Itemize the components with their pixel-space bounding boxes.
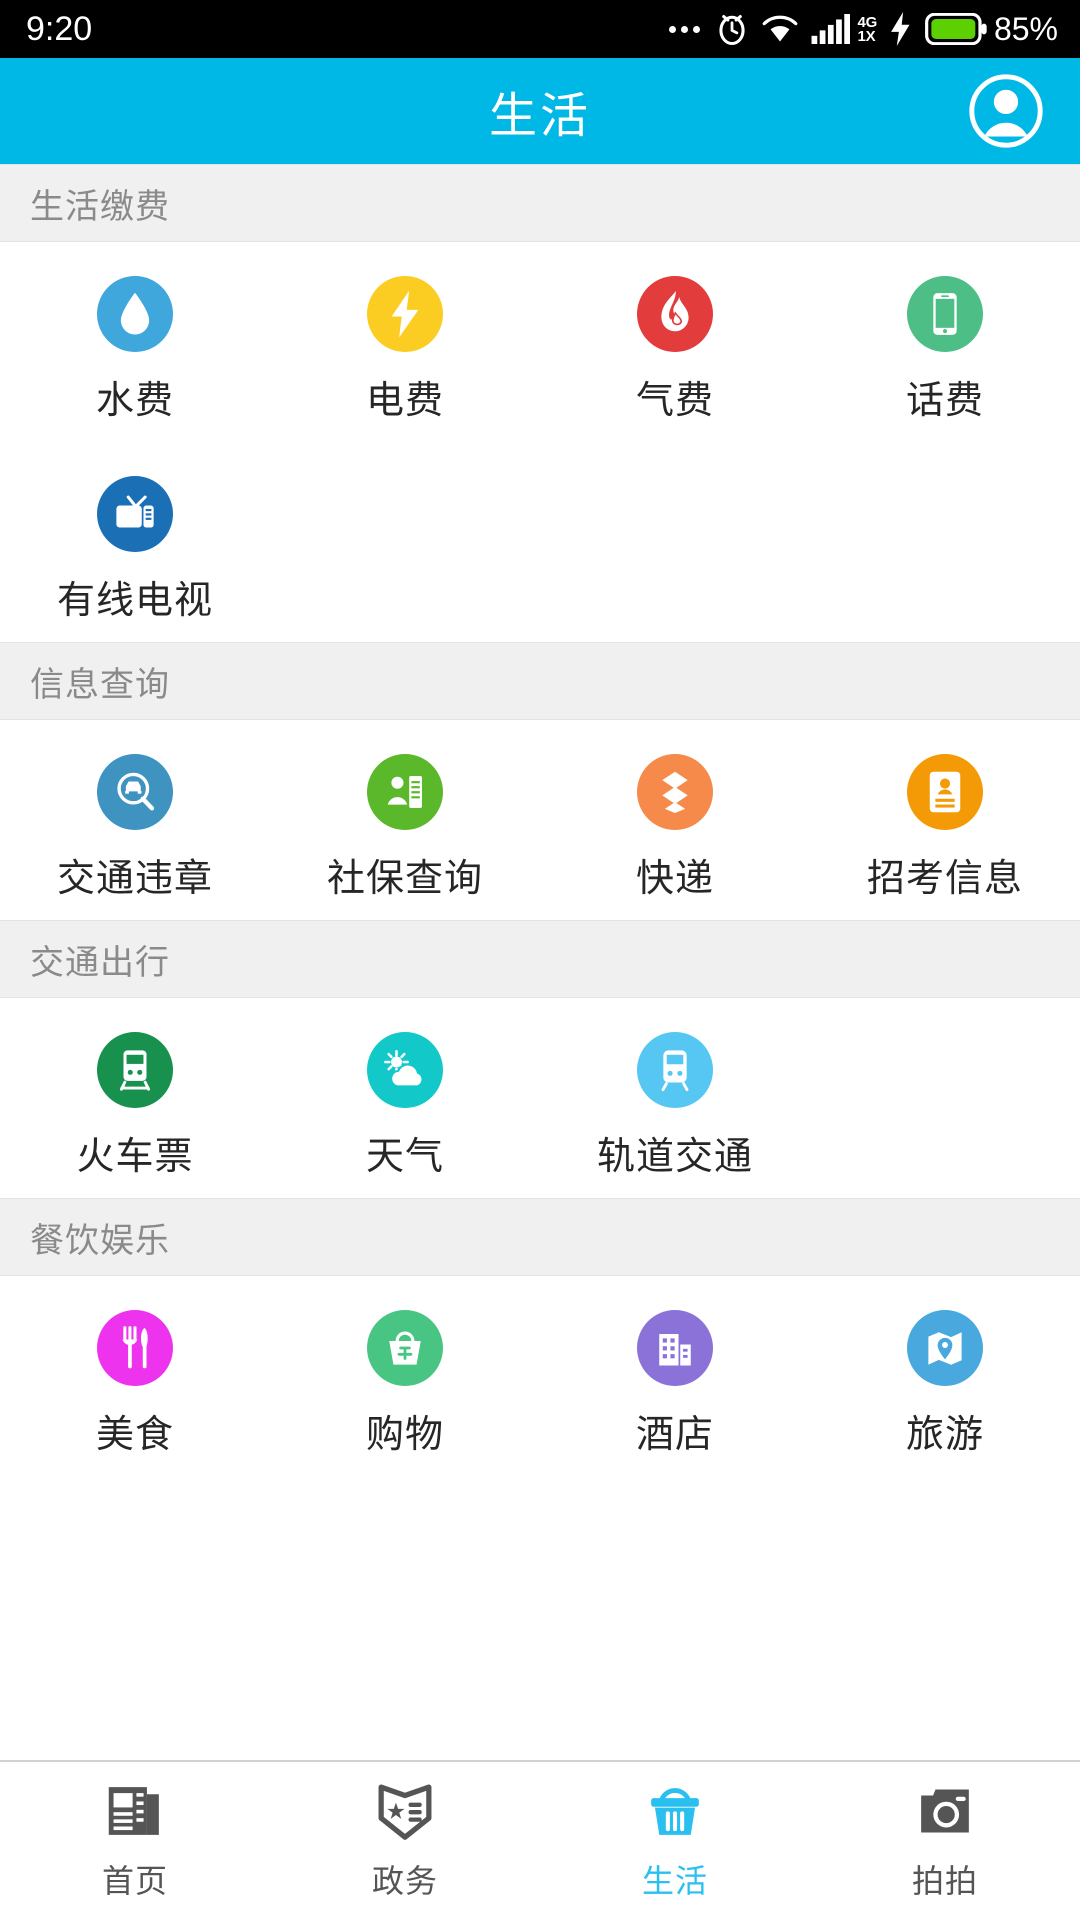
grid-utilities: 水费 电费 气费 话费 有线电视: [0, 242, 1080, 642]
grid-item-cable-tv[interactable]: 有线电视: [0, 442, 270, 642]
grid-item-placeholder: [810, 998, 1080, 1198]
section-title: 生活缴费: [30, 187, 170, 226]
grid-item-label: 交通违章: [56, 858, 213, 900]
battery-icon: 85%: [925, 13, 1058, 45]
grid-item-water[interactable]: 水费: [0, 242, 270, 442]
grid-item-label: 快递: [635, 858, 714, 900]
bottom-tab-bar: 首页 政务 生活 拍拍: [0, 1760, 1080, 1920]
alarm-clock-icon: [718, 15, 745, 46]
grid-item-label: 酒店: [635, 1414, 714, 1456]
lightning-bolt-icon: [367, 276, 443, 352]
grid-item-train-ticket[interactable]: 火车票: [0, 998, 270, 1198]
grid-item-label: 购物: [365, 1414, 444, 1456]
grid-item-label: 社保查询: [326, 858, 483, 900]
section-title: 餐饮娱乐: [30, 1221, 170, 1260]
grid-item-exam-info[interactable]: 招考信息: [810, 720, 1080, 920]
grid-item-electricity[interactable]: 电费: [270, 242, 540, 442]
network-sub-label: 1X: [857, 27, 876, 45]
camera-icon: [921, 1789, 969, 1833]
signal-bars-icon: 4G 1X: [811, 14, 877, 44]
grid-item-express[interactable]: 快递: [540, 720, 810, 920]
grid-item-metro[interactable]: 轨道交通: [540, 998, 810, 1198]
status-bar-time: 9:20: [26, 10, 93, 48]
more-dots-icon: [668, 25, 700, 33]
id-badge-icon: [907, 754, 983, 830]
hotel-building-icon: [637, 1310, 713, 1386]
grid-item-label: 水费: [95, 380, 174, 422]
grid-dining: 美食 购物 酒店 旅游: [0, 1276, 1080, 1476]
section-header-transport: 交通出行: [0, 920, 1080, 998]
id-person-card-icon: [367, 754, 443, 830]
tab-life[interactable]: 生活: [540, 1762, 810, 1920]
grid-item-gas[interactable]: 气费: [540, 242, 810, 442]
tab-label: 拍拍: [911, 1863, 978, 1899]
grid-item-label: 天气: [365, 1136, 444, 1178]
train-icon: [97, 1032, 173, 1108]
tab-government[interactable]: 政务: [270, 1762, 540, 1920]
package-boxes-icon: [637, 754, 713, 830]
tab-label: 首页: [101, 1863, 168, 1899]
section-header-info-query: 信息查询: [0, 642, 1080, 720]
battery-percent-label: 85%: [993, 11, 1058, 47]
tab-photo[interactable]: 拍拍: [810, 1762, 1080, 1920]
map-pin-icon: [907, 1310, 983, 1386]
metro-tram-icon: [637, 1032, 713, 1108]
grid-item-food[interactable]: 美食: [0, 1276, 270, 1476]
grid-item-label: 火车票: [76, 1136, 194, 1178]
user-avatar-icon[interactable]: [968, 73, 1044, 149]
status-bar: 9:20 4G 1X 85%: [0, 0, 1080, 58]
grid-item-traffic-violation[interactable]: 交通违章: [0, 720, 270, 920]
shield-badge-icon: [378, 1784, 432, 1840]
status-bar-icons: 4G 1X 85%: [668, 11, 1058, 47]
flame-icon: [637, 276, 713, 352]
app-root: 9:20 4G 1X 85% 生活 生活缴费 水费 电费 气费 话费 有线电视 …: [0, 0, 1080, 1920]
tab-label: 政务: [371, 1863, 438, 1899]
grid-transport: 火车票 天气 轨道交通: [0, 998, 1080, 1198]
grid-info-query: 交通违章 社保查询 快递 招考信息: [0, 720, 1080, 920]
car-search-icon: [97, 754, 173, 830]
section-title: 信息查询: [30, 665, 170, 704]
grid-item-label: 轨道交通: [596, 1136, 753, 1178]
grid-item-label: 有线电视: [56, 580, 213, 622]
sun-cloud-icon: [367, 1032, 443, 1108]
grid-item-weather[interactable]: 天气: [270, 998, 540, 1198]
water-drop-icon: [97, 276, 173, 352]
main-content: 生活缴费 水费 电费 气费 话费 有线电视 信息查询 交通违章 社保查询 快递 …: [0, 164, 1080, 1760]
charging-bolt-icon: [891, 12, 910, 46]
basket-icon: [651, 1788, 699, 1835]
smartphone-icon: [907, 276, 983, 352]
grid-item-label: 美食: [95, 1414, 174, 1456]
wifi-icon: [762, 15, 797, 42]
grid-item-hotel[interactable]: 酒店: [540, 1276, 810, 1476]
grid-item-social-security[interactable]: 社保查询: [270, 720, 540, 920]
grid-item-label: 电费: [365, 380, 444, 422]
page-title: 生活: [488, 90, 591, 143]
section-header-utilities: 生活缴费: [0, 164, 1080, 242]
grid-item-label: 旅游: [905, 1414, 984, 1456]
section-title: 交通出行: [30, 943, 170, 982]
grid-item-label: 话费: [905, 380, 984, 422]
grid-item-mobile[interactable]: 话费: [810, 242, 1080, 442]
grid-item-label: 招考信息: [866, 858, 1023, 900]
grid-item-label: 气费: [635, 380, 714, 422]
fork-knife-icon: [97, 1310, 173, 1386]
newspaper-icon: [108, 1787, 159, 1835]
shopping-bag-icon: [367, 1310, 443, 1386]
tab-home[interactable]: 首页: [0, 1762, 270, 1920]
tab-label: 生活: [641, 1863, 708, 1899]
app-header: 生活: [0, 58, 1080, 164]
grid-item-shopping[interactable]: 购物: [270, 1276, 540, 1476]
television-icon: [97, 476, 173, 552]
grid-item-travel[interactable]: 旅游: [810, 1276, 1080, 1476]
section-header-dining: 餐饮娱乐: [0, 1198, 1080, 1276]
